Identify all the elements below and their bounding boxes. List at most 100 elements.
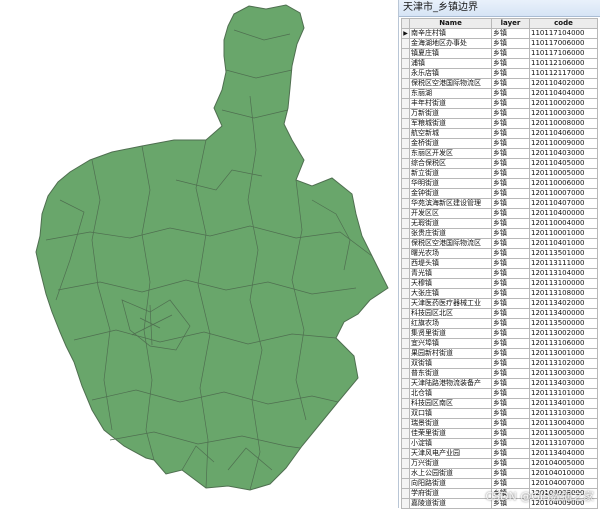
cell-layer[interactable]: 乡镇 — [491, 388, 530, 399]
table-row[interactable]: 华明街道 乡镇 120110006000 — [401, 178, 598, 189]
cell-code[interactable]: 120113002000 — [529, 328, 598, 339]
row-selector[interactable] — [401, 388, 410, 399]
cell-name[interactable]: 丰年村街道 — [409, 98, 492, 109]
cell-name[interactable]: 华苑滨海新区建设管理 — [409, 198, 492, 209]
cell-layer[interactable]: 乡镇 — [491, 188, 530, 199]
row-selector[interactable] — [401, 58, 410, 69]
cell-layer[interactable]: 乡镇 — [491, 168, 530, 179]
table-row[interactable]: 天穆镇 乡镇 120113100000 — [401, 278, 598, 289]
table-row[interactable]: 金钟街道 乡镇 120110007000 — [401, 188, 598, 199]
cell-layer[interactable]: 乡镇 — [491, 138, 530, 149]
row-selector[interactable] — [401, 48, 410, 59]
cell-name[interactable]: 南辛庄村镇 — [409, 28, 492, 39]
table-row[interactable]: 丰年村街道 乡镇 120110002000 — [401, 98, 598, 109]
table-row[interactable]: 浦镇 乡镇 110112106000 — [401, 58, 598, 69]
cell-code[interactable]: 120104010000 — [529, 468, 598, 479]
cell-name[interactable]: 永乐店镇 — [409, 68, 492, 79]
cell-layer[interactable]: 乡镇 — [491, 128, 530, 139]
cell-code[interactable]: 120110007000 — [529, 188, 598, 199]
column-header-code[interactable]: code — [529, 18, 598, 29]
cell-name[interactable]: 双口镇 — [409, 408, 492, 419]
cell-name[interactable]: 保税区空港国际物流区 — [409, 78, 492, 89]
row-selector[interactable] — [401, 88, 410, 99]
cell-name[interactable]: 金钟街道 — [409, 188, 492, 199]
cell-code[interactable]: 120113501000 — [529, 248, 598, 259]
cell-code[interactable]: 120110004000 — [529, 218, 598, 229]
cell-layer[interactable]: 乡镇 — [491, 478, 530, 489]
cell-code[interactable]: 120113107000 — [529, 438, 598, 449]
row-selector[interactable] — [401, 118, 410, 129]
cell-name[interactable]: 无瑕街道 — [409, 218, 492, 229]
cell-name[interactable]: 天津陆路港物流装备产 — [409, 378, 492, 389]
table-row[interactable]: 双街镇 乡镇 120113102000 — [401, 358, 598, 369]
row-selector[interactable] — [401, 68, 410, 79]
table-row[interactable]: 保税区空港国际物流区 乡镇 120110402000 — [401, 78, 598, 89]
table-row[interactable]: 金海湖地区办事处 乡镇 110117006000 — [401, 38, 598, 49]
cell-name[interactable]: 嘉陵道街道 — [409, 498, 492, 509]
cell-name[interactable]: 佳荣里街道 — [409, 428, 492, 439]
cell-name[interactable]: 军粮城街道 — [409, 118, 492, 129]
table-row[interactable]: 科技园区北区 乡镇 120113400000 — [401, 308, 598, 319]
cell-code[interactable]: 120110003000 — [529, 108, 598, 119]
cell-layer[interactable]: 乡镇 — [491, 148, 530, 159]
table-row[interactable]: 曙光农场 乡镇 120113501000 — [401, 248, 598, 259]
cell-name[interactable]: 张贵庄街道 — [409, 228, 492, 239]
table-row[interactable]: 军粮城街道 乡镇 120110008000 — [401, 118, 598, 129]
row-selector[interactable] — [401, 438, 410, 449]
cell-name[interactable]: 科技园区北区 — [409, 308, 492, 319]
table-row[interactable]: 天津医药医疗器械工业 乡镇 120113402000 — [401, 298, 598, 309]
cell-code[interactable]: 120113003000 — [529, 368, 598, 379]
cell-name[interactable]: 西堤头镇 — [409, 258, 492, 269]
cell-name[interactable]: 水上公园街道 — [409, 468, 492, 479]
cell-layer[interactable]: 乡镇 — [491, 458, 530, 469]
cell-layer[interactable]: 乡镇 — [491, 178, 530, 189]
cell-name[interactable]: 航空新城 — [409, 128, 492, 139]
row-selector[interactable] — [401, 488, 410, 499]
row-selector[interactable] — [401, 318, 410, 329]
cell-name[interactable]: 果园新村街道 — [409, 348, 492, 359]
table-row[interactable]: 大张庄镇 乡镇 120113108000 — [401, 288, 598, 299]
cell-code[interactable]: 120113005000 — [529, 428, 598, 439]
row-selector[interactable] — [401, 368, 410, 379]
cell-name[interactable]: 浦镇 — [409, 58, 492, 69]
table-row[interactable]: 普东街道 乡镇 120113003000 — [401, 368, 598, 379]
cell-name[interactable]: 科技园区南区 — [409, 398, 492, 409]
cell-code[interactable]: 110112106000 — [529, 58, 598, 69]
row-selector[interactable] — [401, 408, 410, 419]
cell-code[interactable]: 120110402000 — [529, 78, 598, 89]
row-selector[interactable] — [401, 128, 410, 139]
row-selector[interactable] — [401, 478, 410, 489]
row-selector[interactable] — [401, 378, 410, 389]
cell-code[interactable]: 110117106000 — [529, 48, 598, 59]
cell-layer[interactable]: 乡镇 — [491, 288, 530, 299]
row-selector[interactable]: ▶ — [401, 28, 410, 39]
row-selector[interactable] — [401, 458, 410, 469]
cell-layer[interactable]: 乡镇 — [491, 428, 530, 439]
row-selector[interactable] — [401, 358, 410, 369]
table-row[interactable]: 华苑滨海新区建设管理 乡镇 120110407000 — [401, 198, 598, 209]
table-row[interactable]: 科技园区南区 乡镇 120113401000 — [401, 398, 598, 409]
cell-layer[interactable]: 乡镇 — [491, 368, 530, 379]
cell-code[interactable]: 120113001000 — [529, 348, 598, 359]
table-row[interactable]: 水上公园街道 乡镇 120104010000 — [401, 468, 598, 479]
cell-layer[interactable]: 乡镇 — [491, 98, 530, 109]
row-selector[interactable] — [401, 348, 410, 359]
cell-name[interactable]: 万兴街道 — [409, 458, 492, 469]
cell-code[interactable]: 120110403000 — [529, 148, 598, 159]
table-row[interactable]: 瑞景街道 乡镇 120113004000 — [401, 418, 598, 429]
cell-code[interactable]: 120113101000 — [529, 388, 598, 399]
row-selector[interactable] — [401, 138, 410, 149]
table-row[interactable]: 新立街道 乡镇 120110005000 — [401, 168, 598, 179]
cell-name[interactable]: 天穆镇 — [409, 278, 492, 289]
cell-name[interactable]: 万新街道 — [409, 108, 492, 119]
attribute-table[interactable]: Name layer code ▶ 南辛庄村镇 乡镇 110117104000 金海湖地… — [401, 18, 598, 509]
cell-layer[interactable]: 乡镇 — [491, 298, 530, 309]
cell-name[interactable]: 学府街道 — [409, 488, 492, 499]
cell-code[interactable]: 120113104000 — [529, 268, 598, 279]
row-selector[interactable] — [401, 208, 410, 219]
table-row[interactable]: 青光镇 乡镇 120113104000 — [401, 268, 598, 279]
row-selector[interactable] — [401, 248, 410, 259]
table-row[interactable]: 东丽湖 乡镇 120110404000 — [401, 88, 598, 99]
row-selector[interactable] — [401, 498, 410, 509]
attribute-table-window[interactable]: 天津市_乡镇边界 Name layer code ▶ 南辛庄村镇 乡镇 1101171… — [398, 0, 600, 509]
